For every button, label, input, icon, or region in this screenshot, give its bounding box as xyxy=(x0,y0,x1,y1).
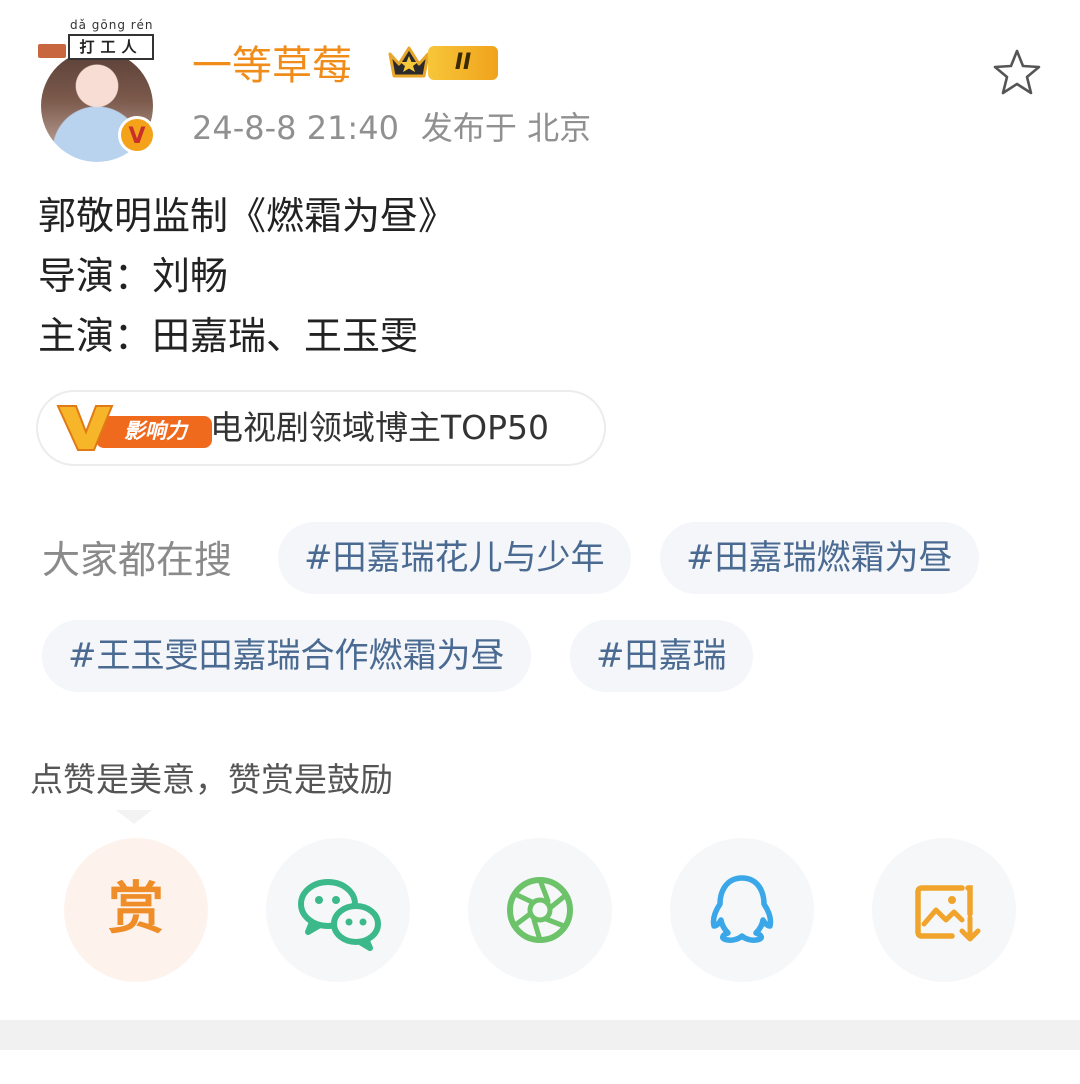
tip-arrow xyxy=(116,810,152,824)
post-content: 郭敬明监制《燃霜为昼》 导演：刘畅 主演：田嘉瑞、王玉雯 xyxy=(38,186,456,366)
trending-tag[interactable]: #田嘉瑞花儿与少年 xyxy=(278,522,631,594)
share-moments-button[interactable] xyxy=(468,838,612,982)
avatar-stamp-brick-icon xyxy=(38,44,66,58)
wechat-icon xyxy=(298,879,381,951)
section-divider xyxy=(0,1020,1080,1050)
avatar-stamp-pinyin: dǎ gōng rén xyxy=(70,18,154,32)
reward-icon: 赏 xyxy=(108,877,164,942)
trending-tag[interactable]: #田嘉瑞燃霜为昼 xyxy=(660,522,979,594)
crown-icon xyxy=(388,46,430,78)
post-timestamp: 24-8-8 21:40 xyxy=(192,109,399,147)
save-image-icon xyxy=(915,885,981,942)
content-line: 主演：田嘉瑞、王玉雯 xyxy=(38,314,419,358)
content-line: 郭敬明监制《燃霜为昼》 xyxy=(38,194,457,238)
qq-icon xyxy=(710,875,774,943)
post-location: 发布于 北京 xyxy=(420,109,592,147)
avatar-stamp: 打工人 xyxy=(68,34,154,60)
post-meta: 24-8-8 21:40 发布于 北京 xyxy=(192,108,591,148)
influence-badge-text: 影响力 xyxy=(124,419,187,443)
moments-icon xyxy=(507,877,573,943)
trending-label: 大家都在搜 xyxy=(42,538,233,582)
reward-button[interactable]: 赏 xyxy=(64,838,208,982)
influence-label: 电视剧领域博主TOP50 xyxy=(210,408,550,447)
level-badge: II xyxy=(428,46,498,80)
trending-tag[interactable]: #王玉雯田嘉瑞合作燃霜为昼 xyxy=(42,620,531,692)
share-qq-button[interactable] xyxy=(670,838,814,982)
avatar-block[interactable]: dǎ gōng rén 打工人 V xyxy=(38,18,158,162)
save-image-button[interactable] xyxy=(872,838,1016,982)
reward-tip: 点赞是美意，赞赏是鼓励 xyxy=(30,760,393,799)
trending-tag[interactable]: #田嘉瑞 xyxy=(570,620,753,692)
favorite-star-icon[interactable] xyxy=(990,46,1044,100)
content-line: 导演：刘畅 xyxy=(38,254,229,298)
verified-badge-icon: V xyxy=(118,116,156,154)
share-wechat-button[interactable] xyxy=(266,838,410,982)
influence-badge[interactable]: 影响力 电视剧领域博主TOP50 xyxy=(38,392,604,464)
username[interactable]: 一等草莓 xyxy=(192,42,352,90)
